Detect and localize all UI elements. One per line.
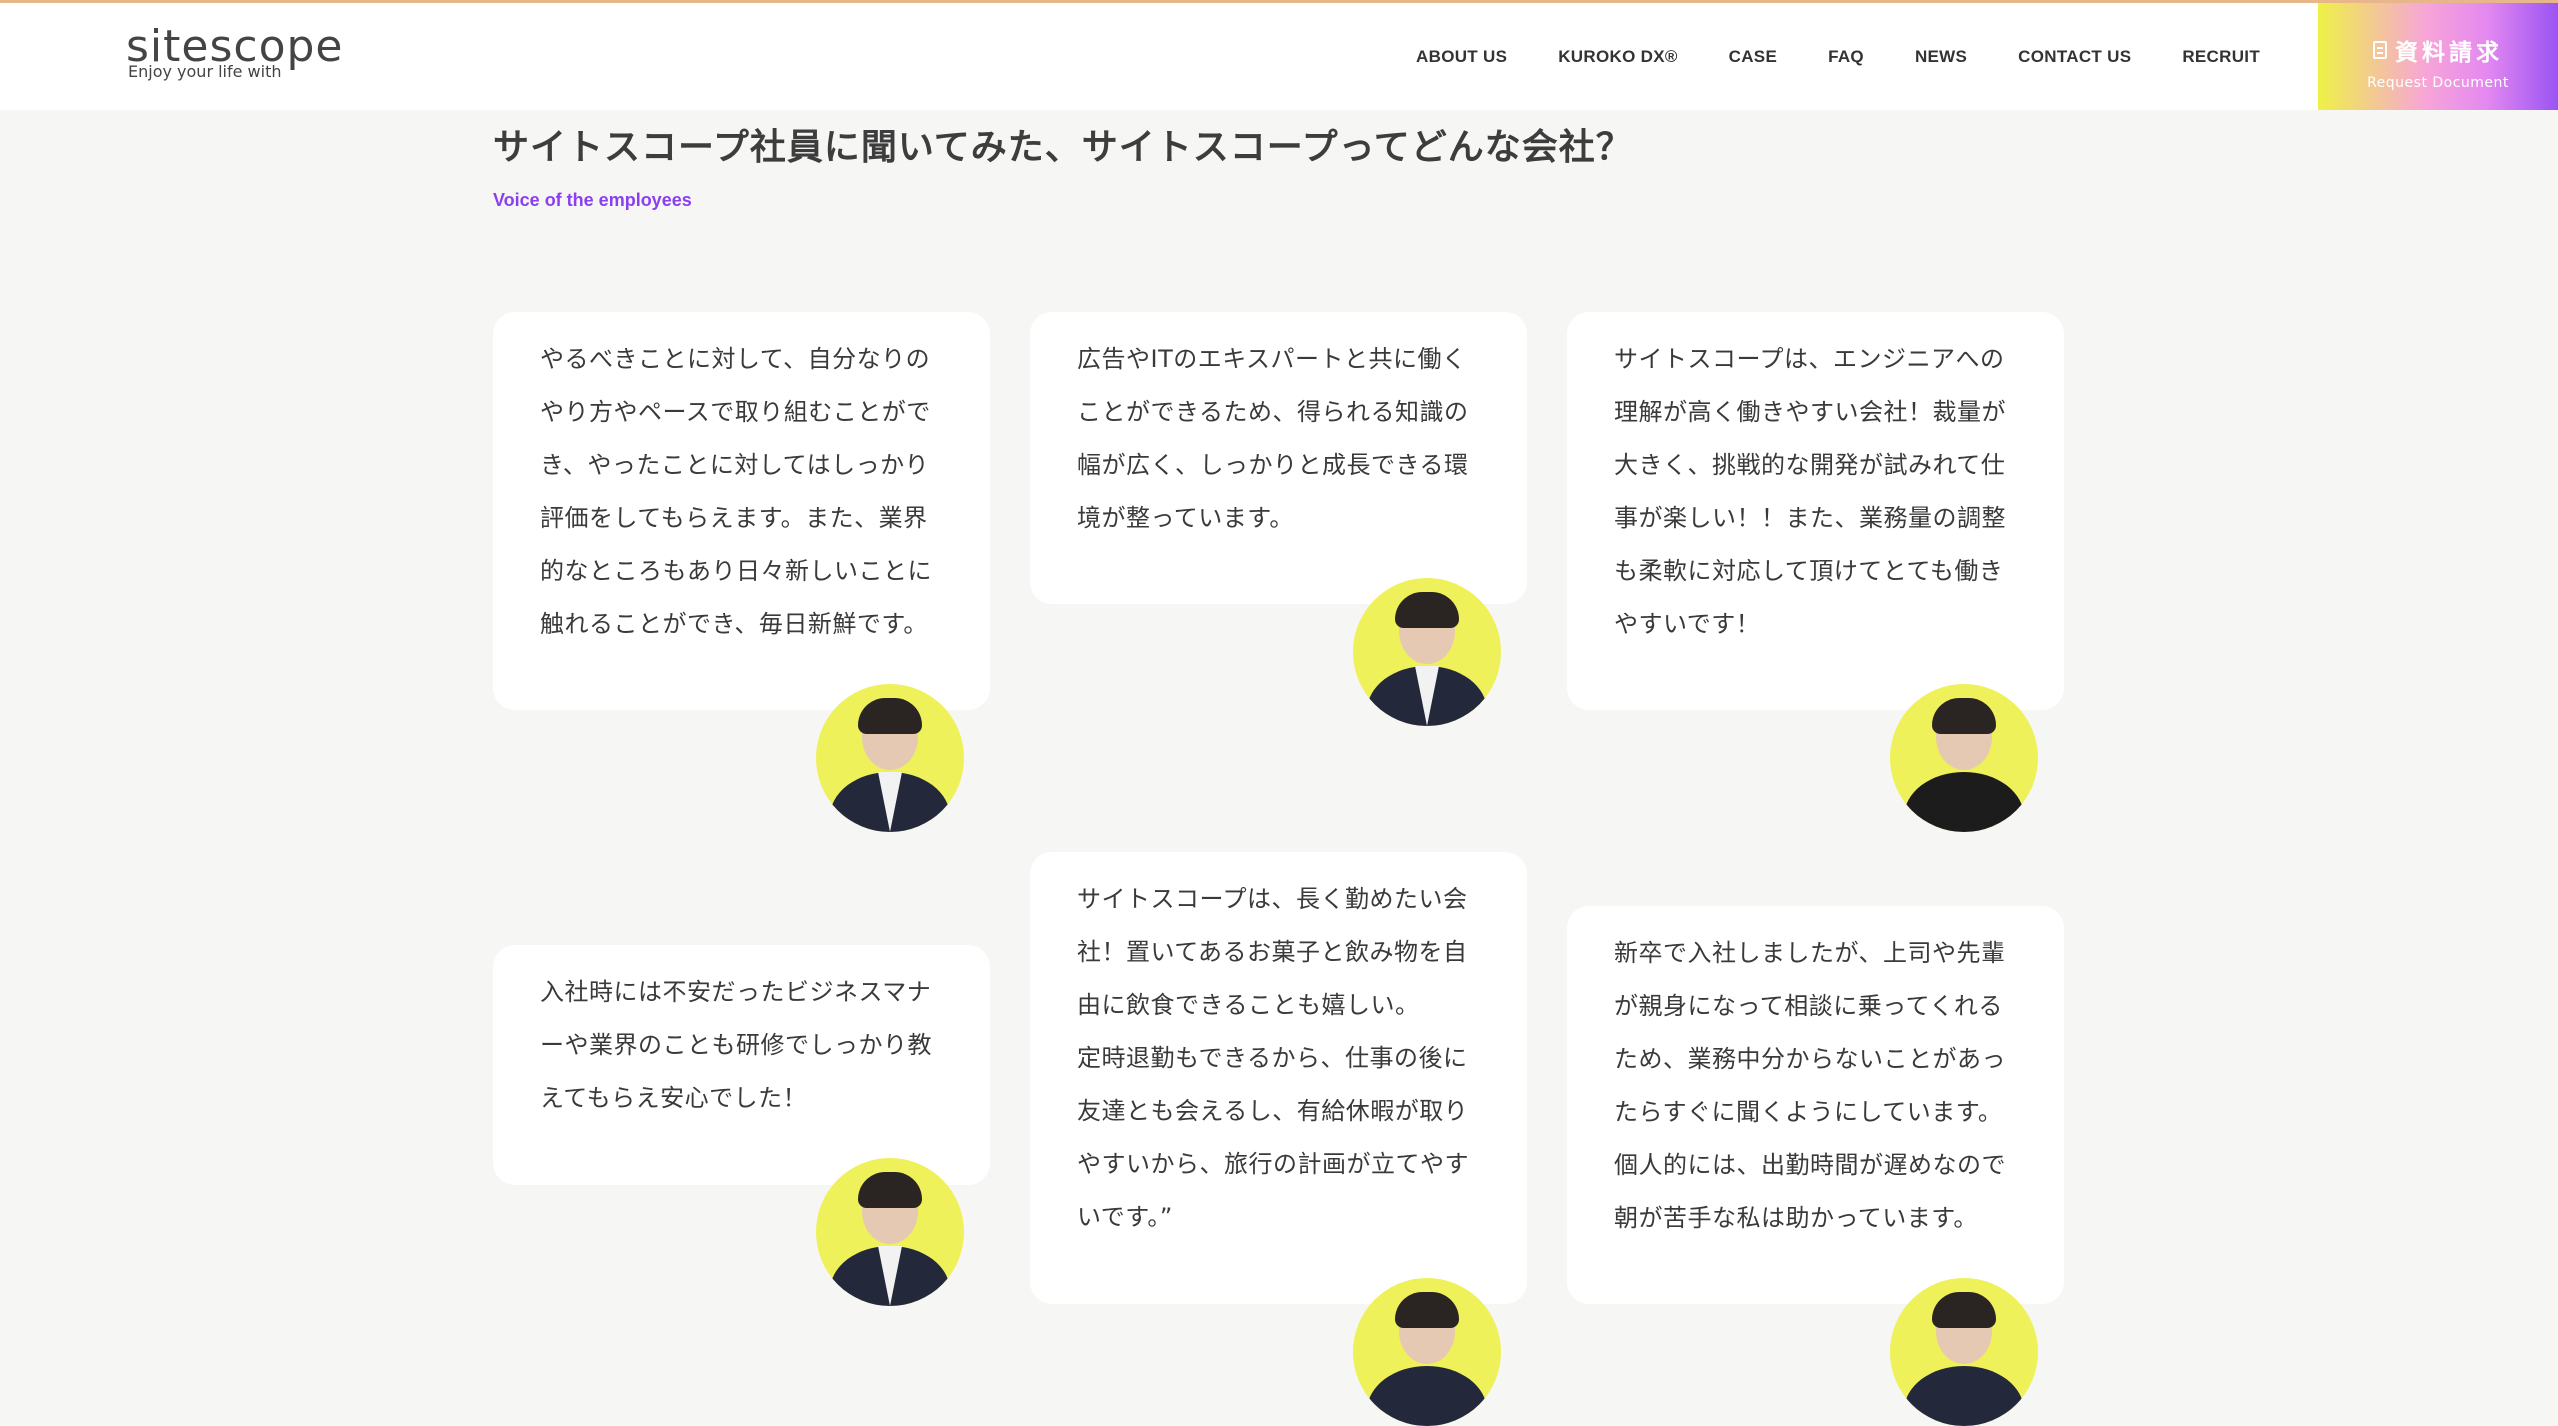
main-nav: ABOUT US KUROKO DX® CASE FAQ NEWS CONTAC… (1365, 3, 2260, 110)
cta-main-row: 資料請求 (2318, 33, 2558, 67)
avatar-hair (858, 698, 922, 734)
avatar-hair (1932, 698, 1996, 734)
document-icon (2373, 41, 2387, 59)
nav-kuroko-dx[interactable]: KUROKO DX® (1558, 47, 1677, 67)
employee-voice-card: 新卒で入社しましたが、上司や先輩 が親身になって相談に乗ってくれる ため、業務中… (1567, 906, 2064, 1304)
avatar-body (1904, 1366, 2024, 1426)
nav-case[interactable]: CASE (1729, 47, 1777, 67)
nav-news[interactable]: NEWS (1915, 47, 1967, 67)
avatar-hair (858, 1172, 922, 1208)
employee-photo (1890, 684, 2038, 832)
nav-contact-us[interactable]: CONTACT US (2018, 47, 2131, 67)
cta-main-label: 資料請求 (2395, 40, 2503, 66)
card-text: 入社時には不安だったビジネスマナ ーや業界のことも研修でしっかり教 えてもらえ安… (540, 978, 932, 1112)
employee-voice-card: サイトスコープは、長く勤めたい会 社！置いてあるお菓子と飲み物を自 由に飲食でき… (1030, 852, 1527, 1304)
employee-photo (816, 684, 964, 832)
employee-voice-card: やるべきことに対して、自分なりの やり方やペースで取り組むことがで き、やったこ… (493, 312, 990, 710)
avatar-hair (1395, 1292, 1459, 1328)
site-logo[interactable]: sitescope Enjoy your life with (126, 25, 344, 81)
avatar-body (1904, 772, 2024, 832)
employee-photo (1353, 1278, 1501, 1426)
card-text: 新卒で入社しましたが、上司や先輩 が親身になって相談に乗ってくれる ため、業務中… (1614, 939, 2006, 1232)
cta-sub-label: Request Document (2367, 75, 2509, 91)
employee-voice-card: サイトスコープは、エンジニアへの 理解が高く働きやすい会社！裁量が 大きく、挑戦… (1567, 312, 2064, 710)
avatar-body (1367, 1366, 1487, 1426)
avatar-hair (1395, 592, 1459, 628)
employee-voice-card: 入社時には不安だったビジネスマナ ーや業界のことも研修でしっかり教 えてもらえ安… (493, 945, 990, 1185)
card-text: サイトスコープは、長く勤めたい会 社！置いてあるお菓子と飲み物を自 由に飲食でき… (1077, 885, 1469, 1231)
employee-photo (1890, 1278, 2038, 1426)
section-subtitle: Voice of the employees (493, 190, 692, 210)
avatar-hair (1932, 1292, 1996, 1328)
card-text: 広告やITのエキスパートと共に働く ことができるため、得られる知識の 幅が広く、… (1077, 345, 1469, 532)
employee-voice-card: 広告やITのエキスパートと共に働く ことができるため、得られる知識の 幅が広く、… (1030, 312, 1527, 604)
nav-recruit[interactable]: RECRUIT (2182, 47, 2260, 67)
employee-photo (1353, 578, 1501, 726)
card-text: やるべきことに対して、自分なりの やり方やペースで取り組むことがで き、やったこ… (540, 345, 932, 638)
section-title: サイトスコープ社員に聞いてみた、サイトスコープってどんな会社？ (493, 127, 1633, 168)
nav-about-us[interactable]: ABOUT US (1416, 47, 1507, 67)
logo-tagline: Enjoy your life with (128, 62, 282, 81)
site-header: sitescope Enjoy your life with ABOUT US … (0, 3, 2558, 110)
employee-photo (816, 1158, 964, 1306)
request-document-button[interactable]: 資料請求 Request Document (2318, 3, 2558, 110)
card-text: サイトスコープは、エンジニアへの 理解が高く働きやすい会社！裁量が 大きく、挑戦… (1614, 345, 2006, 638)
nav-faq[interactable]: FAQ (1828, 47, 1864, 67)
